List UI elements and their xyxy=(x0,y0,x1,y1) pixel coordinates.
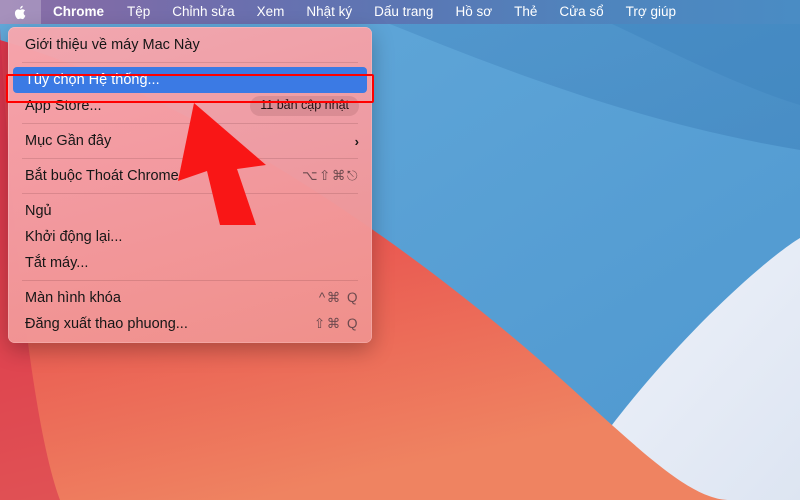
menu-item-shut-down[interactable]: Tắt máy... xyxy=(8,250,372,276)
menu-bar-item-dau-trang[interactable]: Dấu trang xyxy=(363,0,444,24)
menu-item-lock-screen[interactable]: Màn hình khóa ^⌘ Q xyxy=(8,285,372,311)
menu-item-app-store[interactable]: App Store... 11 bản cập nhật xyxy=(8,93,372,119)
menu-bar-item-tro-giup[interactable]: Trợ giúp xyxy=(615,0,687,24)
menu-bar-item-label: Dấu trang xyxy=(374,4,434,20)
menu-bar-item-label: Nhật ký xyxy=(306,4,353,20)
menu-bar-item-label: Hồ sơ xyxy=(455,4,493,20)
menu-separator xyxy=(22,123,358,124)
menu-bar-item-ho-so[interactable]: Hồ sơ xyxy=(444,0,503,24)
menu-bar-item-xem[interactable]: Xem xyxy=(246,0,296,24)
menu-item-label: Bắt buộc Thoát Chrome xyxy=(25,167,179,184)
menu-bar[interactable]: Chrome Tệp Chỉnh sửa Xem Nhật ký Dấu tra… xyxy=(0,0,800,24)
menu-item-system-preferences[interactable]: Tùy chọn Hệ thống... xyxy=(13,67,367,93)
menu-separator xyxy=(22,62,358,63)
menu-bar-item-label: Thẻ xyxy=(514,4,538,20)
menu-separator xyxy=(22,158,358,159)
menu-item-label: Tắt máy... xyxy=(25,254,89,271)
menu-item-label: App Store... xyxy=(25,97,102,114)
menu-item-label: Khởi động lại... xyxy=(25,228,123,245)
menu-bar-item-label: Chrome xyxy=(53,4,105,20)
menu-item-label: Giới thiệu về máy Mac Này xyxy=(25,36,200,53)
menu-item-label: Tùy chọn Hệ thống... xyxy=(25,71,160,88)
apple-menu-button[interactable] xyxy=(0,0,41,24)
menu-bar-item-tep[interactable]: Tệp xyxy=(116,0,161,24)
menu-separator xyxy=(22,193,358,194)
menu-bar-item-chinh-sua[interactable]: Chỉnh sửa xyxy=(161,0,245,24)
menu-item-label: Đăng xuất thao phuong... xyxy=(25,315,188,332)
menu-bar-item-label: Chỉnh sửa xyxy=(172,4,235,20)
menu-item-force-quit-chrome[interactable]: Bắt buộc Thoát Chrome ⌥⇧⌘⎋ xyxy=(8,163,372,189)
menu-bar-item-label: Trợ giúp xyxy=(625,4,677,20)
menu-bar-item-label: Tệp xyxy=(127,4,151,20)
menu-bar-item-nhat-ky[interactable]: Nhật ký xyxy=(295,0,363,24)
menu-item-shortcut: ⌥⇧⌘⎋ xyxy=(301,168,359,183)
menu-item-label: Mục Gần đây xyxy=(25,132,112,149)
menu-bar-item-label: Cửa sổ xyxy=(559,4,604,20)
menu-item-label: Màn hình khóa xyxy=(25,289,121,306)
menu-bar-item-chrome[interactable]: Chrome xyxy=(41,0,116,24)
desktop: Chrome Tệp Chỉnh sửa Xem Nhật ký Dấu tra… xyxy=(0,0,800,500)
menu-bar-item-label: Xem xyxy=(256,4,285,20)
apple-logo-icon xyxy=(14,5,26,19)
menu-item-recent-items[interactable]: Mục Gần đây › xyxy=(8,128,372,154)
menu-item-about-this-mac[interactable]: Giới thiệu về máy Mac Này xyxy=(8,32,372,58)
menu-item-restart[interactable]: Khởi động lại... xyxy=(8,224,372,250)
menu-bar-item-the[interactable]: Thẻ xyxy=(503,0,548,24)
menu-separator xyxy=(22,280,358,281)
update-count-badge: 11 bản cập nhật xyxy=(250,96,359,116)
menu-item-log-out[interactable]: Đăng xuất thao phuong... ⇧⌘ Q xyxy=(8,311,372,337)
menu-item-shortcut: ^⌘ Q xyxy=(318,290,359,305)
chevron-right-icon: › xyxy=(354,133,359,149)
menu-item-shortcut: ⇧⌘ Q xyxy=(313,316,359,331)
menu-bar-item-cua-so[interactable]: Cửa sổ xyxy=(548,0,614,24)
apple-dropdown-menu[interactable]: Giới thiệu về máy Mac Này Tùy chọn Hệ th… xyxy=(8,27,372,343)
menu-item-sleep[interactable]: Ngủ xyxy=(8,198,372,224)
menu-item-label: Ngủ xyxy=(25,202,52,219)
